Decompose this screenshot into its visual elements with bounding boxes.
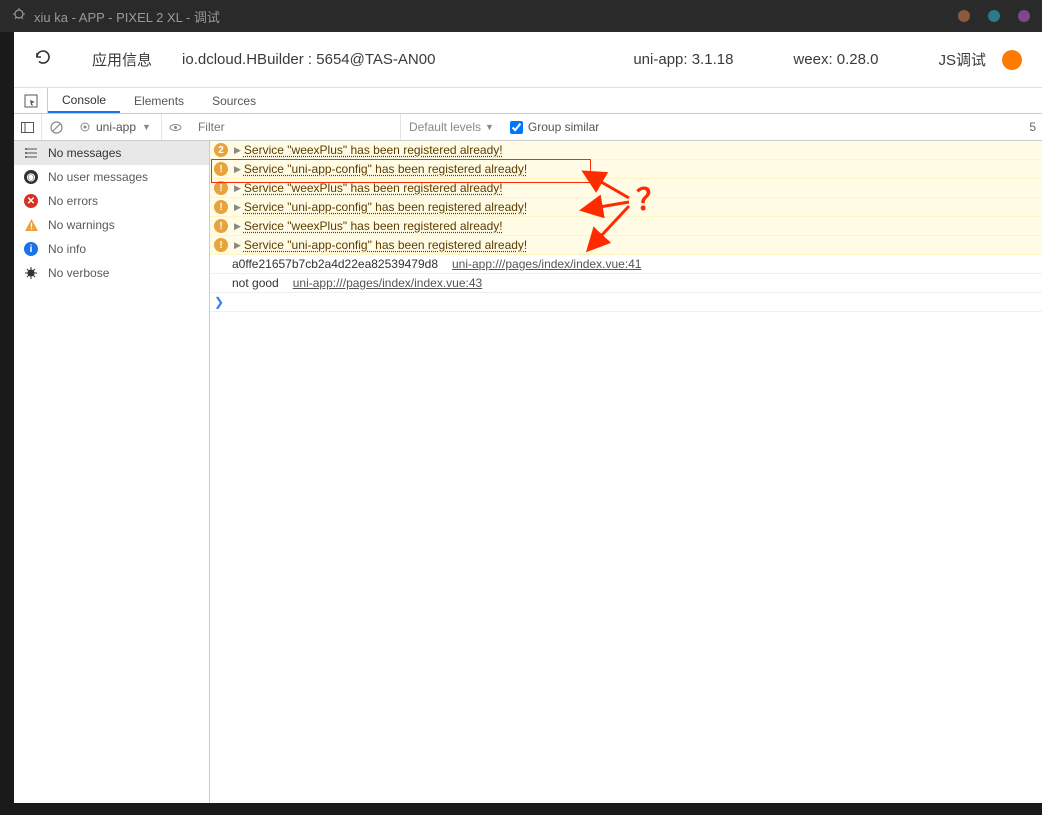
log-row[interactable]: 2 ▶Service "weexPlus" has been registered… [210, 141, 1042, 160]
reload-icon[interactable] [34, 48, 52, 71]
log-message: Service "weexPlus" has been registered a… [244, 181, 503, 195]
tab-elements[interactable]: Elements [120, 88, 198, 113]
console-log-area[interactable]: 2▶Service "weexPlus" has been registered… [210, 141, 1042, 803]
warn-badge: ! [214, 219, 228, 233]
context-icon [80, 122, 90, 132]
uniapp-version: uni-app: 3.1.18 [633, 51, 733, 68]
filter-input[interactable] [190, 114, 400, 140]
window-controls [958, 10, 1030, 22]
list-icon [24, 146, 38, 160]
package-info: io.dcloud.HBuilder : 5654@TAS-AN00 [182, 51, 435, 68]
sidebar-item-verbose[interactable]: No verbose [14, 261, 209, 285]
log-message: Service "uni-app-config" has been regist… [244, 200, 527, 214]
sidebar-item-label: No warnings [48, 218, 115, 232]
log-message: a0ffe21657b7cb2a4d22ea82539479d8 [214, 257, 438, 271]
log-row[interactable]: ! ▶Service "weexPlus" has been registered… [210, 217, 1042, 236]
warn-badge: ! [214, 181, 228, 195]
group-similar-toggle[interactable]: Group similar [502, 120, 607, 134]
dot-1[interactable] [958, 10, 970, 22]
sidebar-item-label: No verbose [48, 266, 109, 280]
dot-2[interactable] [988, 10, 1000, 22]
log-message: Service "weexPlus" has been registered a… [244, 143, 503, 157]
debug-toggle-button[interactable] [1002, 50, 1022, 70]
log-row[interactable]: a0ffe21657b7cb2a4d22ea82539479d8 uni-app:… [210, 255, 1042, 274]
expand-arrow-icon[interactable]: ▶ [234, 221, 241, 232]
js-debug-label[interactable]: JS调试 [938, 49, 986, 70]
hidden-count: 5 [1029, 120, 1042, 134]
weex-version: weex: 0.28.0 [793, 51, 878, 68]
svg-text:!: ! [30, 222, 33, 232]
info-bar: 应用信息 io.dcloud.HBuilder : 5654@TAS-AN00 … [14, 32, 1042, 88]
log-row[interactable]: ! ▶Service "uni-app-config" has been regi… [210, 160, 1042, 179]
clear-console-icon[interactable] [42, 114, 70, 140]
sidebar-item-user[interactable]: ◉ No user messages [14, 165, 209, 189]
user-icon: ◉ [24, 170, 38, 184]
sidebar-item-info[interactable]: i No info [14, 237, 209, 261]
chevron-down-icon: ▼ [142, 122, 151, 132]
sidebar-item-label: No info [48, 242, 86, 256]
expand-arrow-icon[interactable]: ▶ [234, 145, 241, 156]
log-message: not good [214, 276, 279, 290]
warn-badge: ! [214, 162, 228, 176]
devtools-tabs: Console Elements Sources [14, 88, 1042, 114]
sidebar-item-warnings[interactable]: ! No warnings [14, 213, 209, 237]
expand-arrow-icon[interactable]: ▶ [234, 240, 241, 251]
tab-sources[interactable]: Sources [198, 88, 270, 113]
log-row[interactable]: ! ▶Service "weexPlus" has been registered… [210, 179, 1042, 198]
window-title: xiu ka - APP - PIXEL 2 XL - 调试 [34, 7, 220, 26]
sidebar-toggle-icon[interactable] [14, 114, 42, 140]
sidebar-item-messages[interactable]: No messages [14, 141, 209, 165]
warn-badge: ! [214, 238, 228, 252]
warn-badge: ! [214, 200, 228, 214]
annotation-question: ？ [636, 175, 666, 219]
console-sidebar: No messages ◉ No user messages ✕ No erro… [14, 141, 210, 803]
inspect-icon[interactable] [14, 88, 48, 113]
log-row[interactable]: ! ▶Service "uni-app-config" has been regi… [210, 198, 1042, 217]
live-expression-icon[interactable] [162, 114, 190, 140]
error-icon: ✕ [24, 194, 38, 208]
expand-arrow-icon[interactable]: ▶ [234, 183, 241, 194]
dot-3[interactable] [1018, 10, 1030, 22]
console-filter-bar: uni-app ▼ Default levels ▼ Group similar… [14, 114, 1042, 141]
source-link[interactable]: uni-app:///pages/index/index.vue:43 [293, 276, 482, 290]
log-message: Service "uni-app-config" has been regist… [244, 238, 527, 252]
expand-arrow-icon[interactable]: ▶ [234, 202, 241, 213]
group-checkbox[interactable] [510, 121, 523, 134]
app-info-label[interactable]: 应用信息 [92, 49, 152, 70]
tab-console[interactable]: Console [48, 88, 120, 113]
sidebar-item-label: No user messages [48, 170, 148, 184]
bug-icon [12, 8, 26, 25]
sidebar-item-errors[interactable]: ✕ No errors [14, 189, 209, 213]
sidebar-item-label: No messages [48, 146, 121, 160]
log-row[interactable]: ! ▶Service "uni-app-config" has been regi… [210, 236, 1042, 255]
log-message: Service "uni-app-config" has been regist… [244, 162, 527, 176]
context-name: uni-app [96, 120, 136, 134]
log-message: Service "weexPlus" has been registered a… [244, 219, 503, 233]
source-link[interactable]: uni-app:///pages/index/index.vue:41 [452, 257, 641, 271]
titlebar: xiu ka - APP - PIXEL 2 XL - 调试 [0, 0, 1042, 32]
expand-arrow-icon[interactable]: ▶ [234, 164, 241, 175]
chevron-down-icon: ▼ [485, 122, 494, 132]
warn-icon: ! [24, 218, 38, 232]
context-selector[interactable]: uni-app ▼ [70, 114, 162, 140]
console-prompt[interactable]: ❯ [210, 293, 1042, 312]
info-icon: i [24, 242, 38, 256]
log-row[interactable]: not good uni-app:///pages/index/index.vue… [210, 274, 1042, 293]
warn-badge: 2 [214, 143, 228, 157]
console-body: No messages ◉ No user messages ✕ No erro… [14, 141, 1042, 803]
levels-label: Default levels [409, 120, 481, 134]
main-panel: 应用信息 io.dcloud.HBuilder : 5654@TAS-AN00 … [14, 32, 1042, 803]
group-label: Group similar [528, 120, 599, 134]
debug-icon [24, 266, 38, 280]
sidebar-item-label: No errors [48, 194, 98, 208]
log-levels-selector[interactable]: Default levels ▼ [400, 114, 502, 140]
